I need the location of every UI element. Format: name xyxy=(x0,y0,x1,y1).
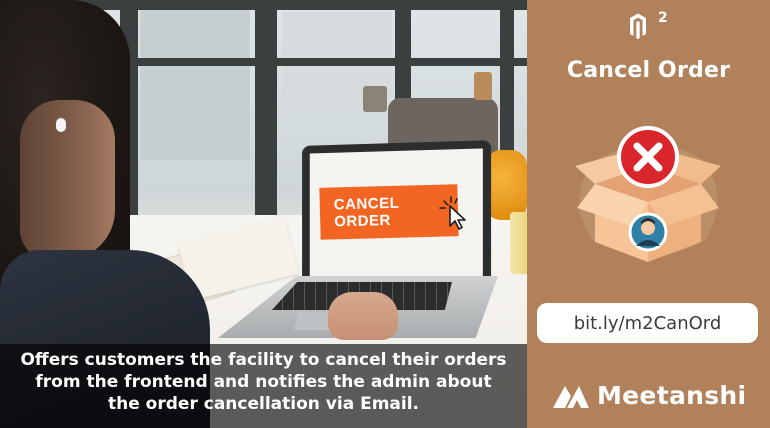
cup xyxy=(510,212,527,274)
caption-line: from the frontend and notifies the admin… xyxy=(35,372,492,392)
window-frame xyxy=(255,0,277,230)
window-frame xyxy=(500,0,514,160)
short-link[interactable]: bit.ly/m2CanOrd xyxy=(537,303,758,343)
platform-version: 2 xyxy=(658,10,668,26)
plant-pot xyxy=(363,86,387,112)
person-hand xyxy=(328,292,398,340)
brand-name: Meetanshi xyxy=(597,380,747,410)
caption-line: Offers customers the facility to cancel … xyxy=(20,350,507,370)
meetanshi-logo-icon xyxy=(553,386,589,408)
window-frame xyxy=(120,58,527,66)
earbud xyxy=(56,118,66,132)
background-building xyxy=(140,10,250,160)
brand-logo: Meetanshi xyxy=(551,377,746,413)
panel-title: Cancel Order xyxy=(566,58,731,83)
feature-caption: Offers customers the facility to cancel … xyxy=(0,344,527,428)
hero-photo: CANCEL ORDER Offers customers the facili… xyxy=(0,0,527,428)
plant-pot xyxy=(474,72,492,100)
mouse-cursor-icon xyxy=(439,196,466,230)
person-face xyxy=(20,100,115,260)
cancelled-box-illustration xyxy=(575,126,721,262)
caption-line: the order cancellation via Email. xyxy=(108,394,419,414)
info-panel: 2 Cancel Order bit.ly/m2CanOrd Meetanshi xyxy=(527,0,770,428)
yellow-cushion xyxy=(485,150,527,220)
